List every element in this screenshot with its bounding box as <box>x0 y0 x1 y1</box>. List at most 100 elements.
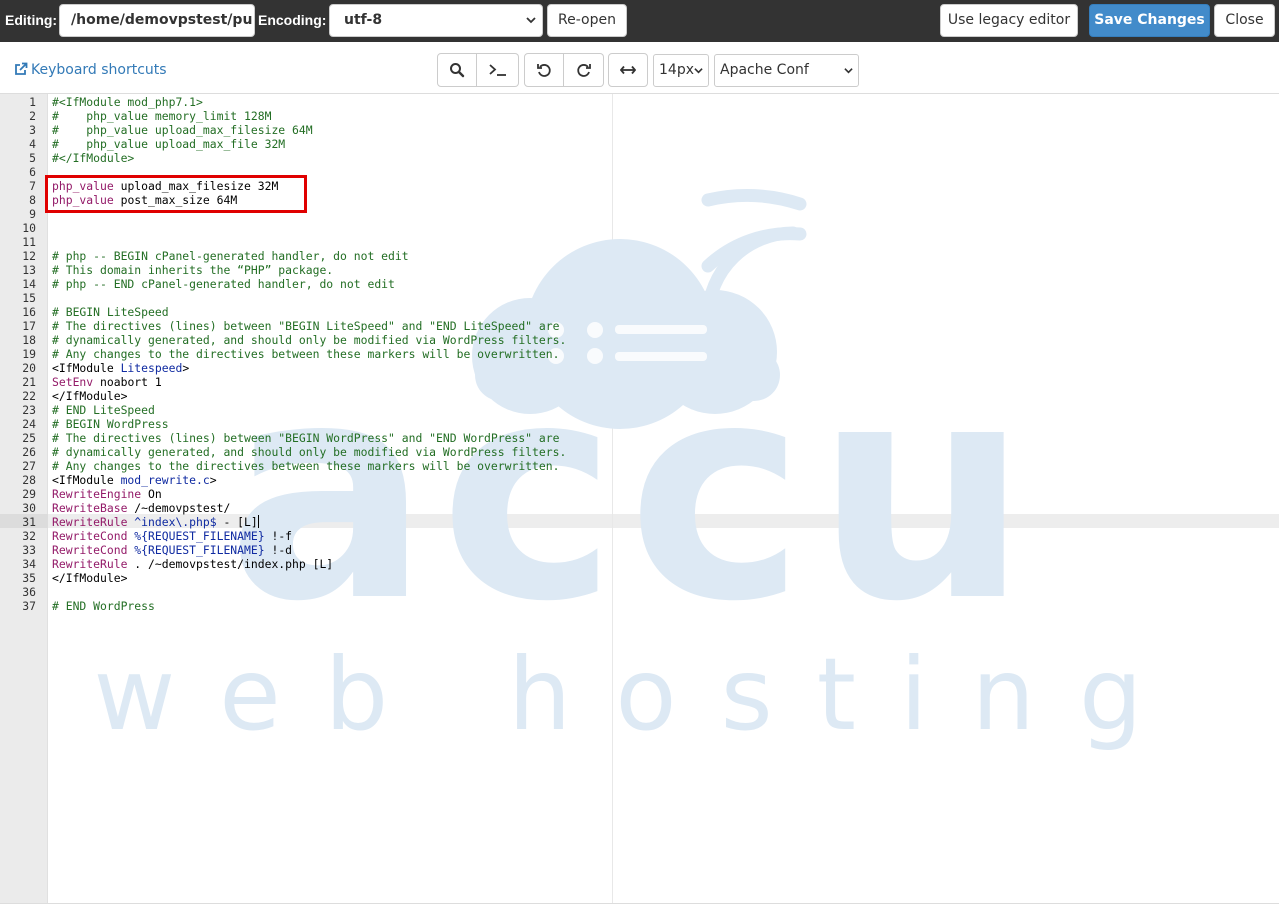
file-path-input[interactable]: /home/demovpstest/pu <box>59 4 255 37</box>
line-number: 9 <box>29 207 36 221</box>
code-line[interactable]: 19 # Any changes to the directives betwee… <box>0 347 1279 361</box>
code-text: # END WordPress <box>52 599 155 613</box>
line-number: 7 <box>29 179 36 193</box>
reopen-button[interactable]: Re-open <box>547 4 627 37</box>
line-number: 27 <box>22 459 36 473</box>
editor-topbar: Editing: /home/demovpstest/pu Encoding: … <box>0 0 1279 42</box>
code-line[interactable]: 24 # BEGIN WordPress <box>0 417 1279 431</box>
code-line[interactable]: 4 # php_value upload_max_file 32M <box>0 137 1279 151</box>
line-number: 28 <box>22 473 36 487</box>
code-text: RewriteBase /~demovpstest/ <box>52 501 230 515</box>
watermark-tagline: web hosting <box>93 636 1186 753</box>
code-line[interactable]: 14 # php -- END cPanel-generated handler,… <box>0 277 1279 291</box>
code-text: <IfModule Litespeed> <box>52 361 189 375</box>
code-text: <IfModule mod_rewrite.c> <box>52 473 217 487</box>
line-number: 13 <box>22 263 36 277</box>
external-link-icon <box>15 62 28 75</box>
code-token: !-f <box>264 529 293 543</box>
line-number: 11 <box>22 235 36 249</box>
font-size-select[interactable]: 14px <box>653 54 709 87</box>
line-number: 14 <box>22 277 36 291</box>
line-number: 12 <box>22 249 36 263</box>
code-line[interactable]: 13 # This domain inherits the “PHP” packa… <box>0 263 1279 277</box>
code-line[interactable]: 17 # The directives (lines) between "BEGI… <box>0 319 1279 333</box>
save-changes-button[interactable]: Save Changes <box>1089 4 1210 37</box>
code-editor[interactable]: accu web hosting 1 #<IfModule mod_php7.1>… <box>0 93 1279 904</box>
code-token: # The directives (lines) between "BEGIN … <box>52 431 560 445</box>
code-token: # END LiteSpeed <box>52 403 155 417</box>
code-line[interactable]: 23 # END LiteSpeed <box>0 403 1279 417</box>
code-line[interactable]: 29 RewriteEngine On <box>0 487 1279 501</box>
code-text: # The directives (lines) between "BEGIN … <box>52 319 559 333</box>
code-line[interactable]: 22 </IfModule> <box>0 389 1279 403</box>
code-line[interactable]: 26 # dynamically generated, and should on… <box>0 445 1279 459</box>
code-line[interactable]: 37 # END WordPress <box>0 599 1279 613</box>
code-line[interactable]: 36 <box>0 585 1279 599</box>
line-number: 16 <box>22 305 36 319</box>
code-text: SetEnv noabort 1 <box>52 375 162 389</box>
code-line[interactable]: 1 #<IfModule mod_php7.1> <box>0 95 1279 109</box>
search-icon <box>450 63 465 78</box>
line-number: 1 <box>29 95 36 109</box>
text-cursor <box>257 515 259 528</box>
code-text: </IfModule> <box>52 571 127 585</box>
editing-label: Editing: <box>5 12 58 28</box>
code-line[interactable]: 35 </IfModule> <box>0 571 1279 585</box>
keyboard-shortcuts-link[interactable]: Keyboard shortcuts <box>14 62 167 78</box>
code-text: # php_value upload_max_file 32M <box>52 137 285 151</box>
code-token: #<IfModule mod_php7.1> <box>52 95 203 109</box>
line-number: 25 <box>22 431 36 445</box>
code-line[interactable]: 18 # dynamically generated, and should on… <box>0 333 1279 347</box>
code-line[interactable]: 5 #</IfModule> <box>0 151 1279 165</box>
wrap-toggle-button[interactable] <box>608 53 648 87</box>
code-token: # BEGIN WordPress <box>52 417 169 431</box>
code-token: Litespeed <box>120 361 183 375</box>
line-number: 8 <box>29 193 36 207</box>
goto-line-button[interactable] <box>477 53 519 87</box>
code-lines[interactable]: 1 #<IfModule mod_php7.1> 2 # php_value memo… <box>0 95 1279 613</box>
code-line[interactable]: 27 # Any changes to the directives betwee… <box>0 459 1279 473</box>
code-line[interactable]: 11 <box>0 235 1279 249</box>
line-number: 10 <box>22 221 36 235</box>
code-token: On <box>141 487 162 501</box>
code-token: <IfModule <box>52 473 121 487</box>
code-text: # dynamically generated, and should only… <box>52 445 566 459</box>
code-line[interactable]: 15 <box>0 291 1279 305</box>
code-token: #</IfModule> <box>52 151 135 165</box>
line-number: 19 <box>22 347 36 361</box>
code-line[interactable]: 25 # The directives (lines) between "BEGI… <box>0 431 1279 445</box>
code-line[interactable]: 28 <IfModule mod_rewrite.c> <box>0 473 1279 487</box>
code-line[interactable]: 2 # php_value memory_limit 128M <box>0 109 1279 123</box>
undo-icon <box>537 64 551 77</box>
code-line[interactable]: 12 # php -- BEGIN cPanel-generated handle… <box>0 249 1279 263</box>
line-number: 30 <box>22 501 36 515</box>
code-line[interactable]: 30 RewriteBase /~demovpstest/ <box>0 501 1279 515</box>
code-line[interactable]: 31 RewriteRule ^index\.php$ - [L] <box>0 515 1279 529</box>
line-number: 31 <box>22 515 36 529</box>
code-line[interactable]: 16 # BEGIN LiteSpeed <box>0 305 1279 319</box>
code-line[interactable]: 34 RewriteRule . /~demovpstest/index.php … <box>0 557 1279 571</box>
syntax-mode-select[interactable]: Apache Conf <box>714 54 859 87</box>
code-token: RewriteRule <box>52 557 128 571</box>
redo-button[interactable] <box>564 53 604 87</box>
use-legacy-editor-button[interactable]: Use legacy editor <box>940 4 1078 37</box>
code-token: # Any changes to the directives between … <box>52 347 560 361</box>
encoding-select[interactable]: utf-8 <box>329 4 543 37</box>
code-token: noabort 1 <box>93 375 162 389</box>
code-line[interactable]: 20 <IfModule Litespeed> <box>0 361 1279 375</box>
close-button[interactable]: Close <box>1214 4 1275 37</box>
line-number: 23 <box>22 403 36 417</box>
code-line[interactable]: 33 RewriteCond %{REQUEST_FILENAME} !-d <box>0 543 1279 557</box>
code-token: RewriteEngine <box>52 487 142 501</box>
syntax-mode-value: Apache Conf <box>720 62 809 78</box>
code-line[interactable]: 3 # php_value upload_max_filesize 64M <box>0 123 1279 137</box>
arrows-horizontal-icon <box>620 65 636 75</box>
code-line[interactable]: 10 <box>0 221 1279 235</box>
code-token: > <box>209 473 217 487</box>
code-line[interactable]: 32 RewriteCond %{REQUEST_FILENAME} !-f <box>0 529 1279 543</box>
code-line[interactable]: 21 SetEnv noabort 1 <box>0 375 1279 389</box>
undo-button[interactable] <box>524 53 564 87</box>
search-button[interactable] <box>437 53 477 87</box>
code-token: - [L] <box>216 515 258 529</box>
code-token: # php_value upload_max_filesize 64M <box>52 123 313 137</box>
